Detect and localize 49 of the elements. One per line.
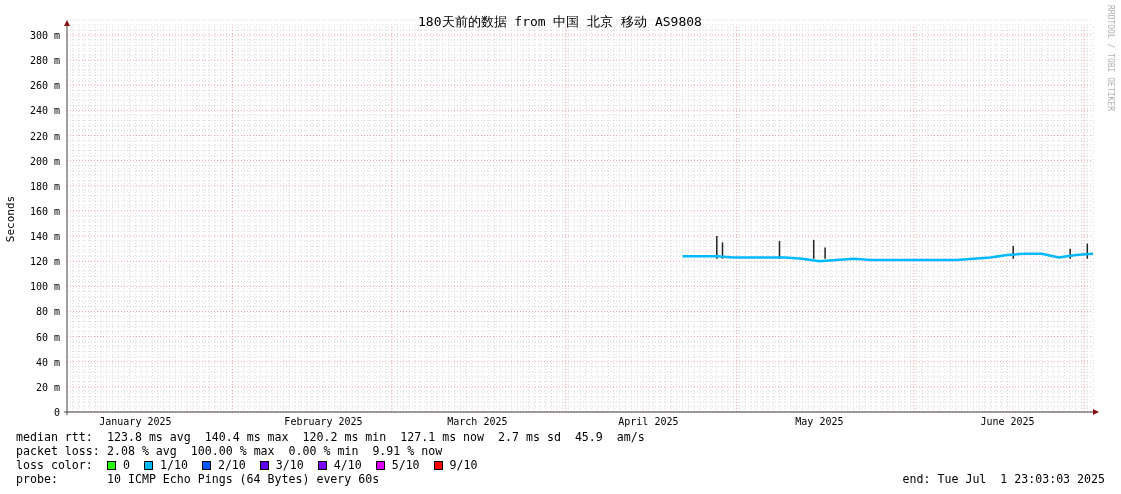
- chart-title: 180天前的数据 from 中国 北京 移动 AS9808: [418, 14, 702, 29]
- credit-text: RRDTOOL / TOBI OETIKER: [1106, 5, 1115, 111]
- legend-value: 127.1 ms now: [400, 430, 485, 444]
- axis-label: 220 m: [29, 130, 60, 142]
- axis-label: 0: [53, 407, 60, 418]
- axis-label: February 2025: [284, 416, 363, 427]
- legend-value: 123.8 ms avg: [107, 430, 191, 444]
- legend-value: 0.00 % min: [288, 444, 359, 458]
- legend-value: 2.08 % avg: [107, 444, 177, 458]
- legend-label: median rtt:: [16, 430, 94, 444]
- legend-value: am/s: [616, 430, 645, 444]
- axis-label: 20 m: [35, 381, 60, 393]
- legend-value: 1/10: [160, 458, 188, 472]
- end-time: end: Tue Jul 1 23:03:03 2025: [902, 472, 1105, 486]
- legend-label: probe:: [16, 472, 59, 486]
- legend-value: 9.91 % now: [372, 444, 443, 458]
- legend-value: 0: [123, 458, 130, 472]
- legend-label: loss color:: [16, 458, 94, 472]
- legend-value: 9/10: [449, 458, 478, 472]
- axis-label: 140 m: [29, 231, 60, 243]
- legend-value: 10 ICMP Echo Pings (64 Bytes) every 60s: [107, 472, 380, 486]
- legend-value: 5/10: [391, 458, 420, 472]
- axis-label: January 2025: [99, 416, 172, 427]
- axis-label: June 2025: [980, 416, 1035, 427]
- legend-value: 140.4 ms max: [204, 430, 289, 444]
- legend-value: 2.7 ms sd: [498, 430, 561, 444]
- axis-label: 180 m: [29, 180, 60, 192]
- legend-value: 3/10: [275, 458, 304, 472]
- legend-label: packet loss:: [16, 444, 101, 458]
- axis-label: March 2025: [447, 416, 508, 427]
- axis-label: 240 m: [29, 105, 60, 117]
- axis-label: May 2025: [795, 416, 844, 427]
- legend-value: 4/10: [333, 458, 362, 472]
- axis-label: 300 m: [29, 30, 60, 41]
- axis-label: 80 m: [35, 306, 60, 318]
- axis-label: 200 m: [29, 155, 60, 167]
- axis-title: Seconds: [4, 195, 17, 243]
- legend-value: 120.2 ms min: [302, 430, 387, 444]
- axis-label: 60 m: [35, 331, 60, 343]
- legend-value: 100.00 % max: [190, 444, 275, 458]
- legend-value: 45.9: [574, 430, 603, 444]
- axis-label: 160 m: [29, 205, 60, 217]
- axis-label: 260 m: [29, 80, 60, 92]
- axis-label: April 2025: [618, 416, 679, 427]
- legend-value: 2/10: [217, 458, 246, 472]
- axis-label: 40 m: [35, 356, 60, 368]
- axis-label: 120 m: [29, 256, 60, 268]
- axis-label: 280 m: [29, 55, 60, 67]
- axis-label: 100 m: [29, 281, 60, 293]
